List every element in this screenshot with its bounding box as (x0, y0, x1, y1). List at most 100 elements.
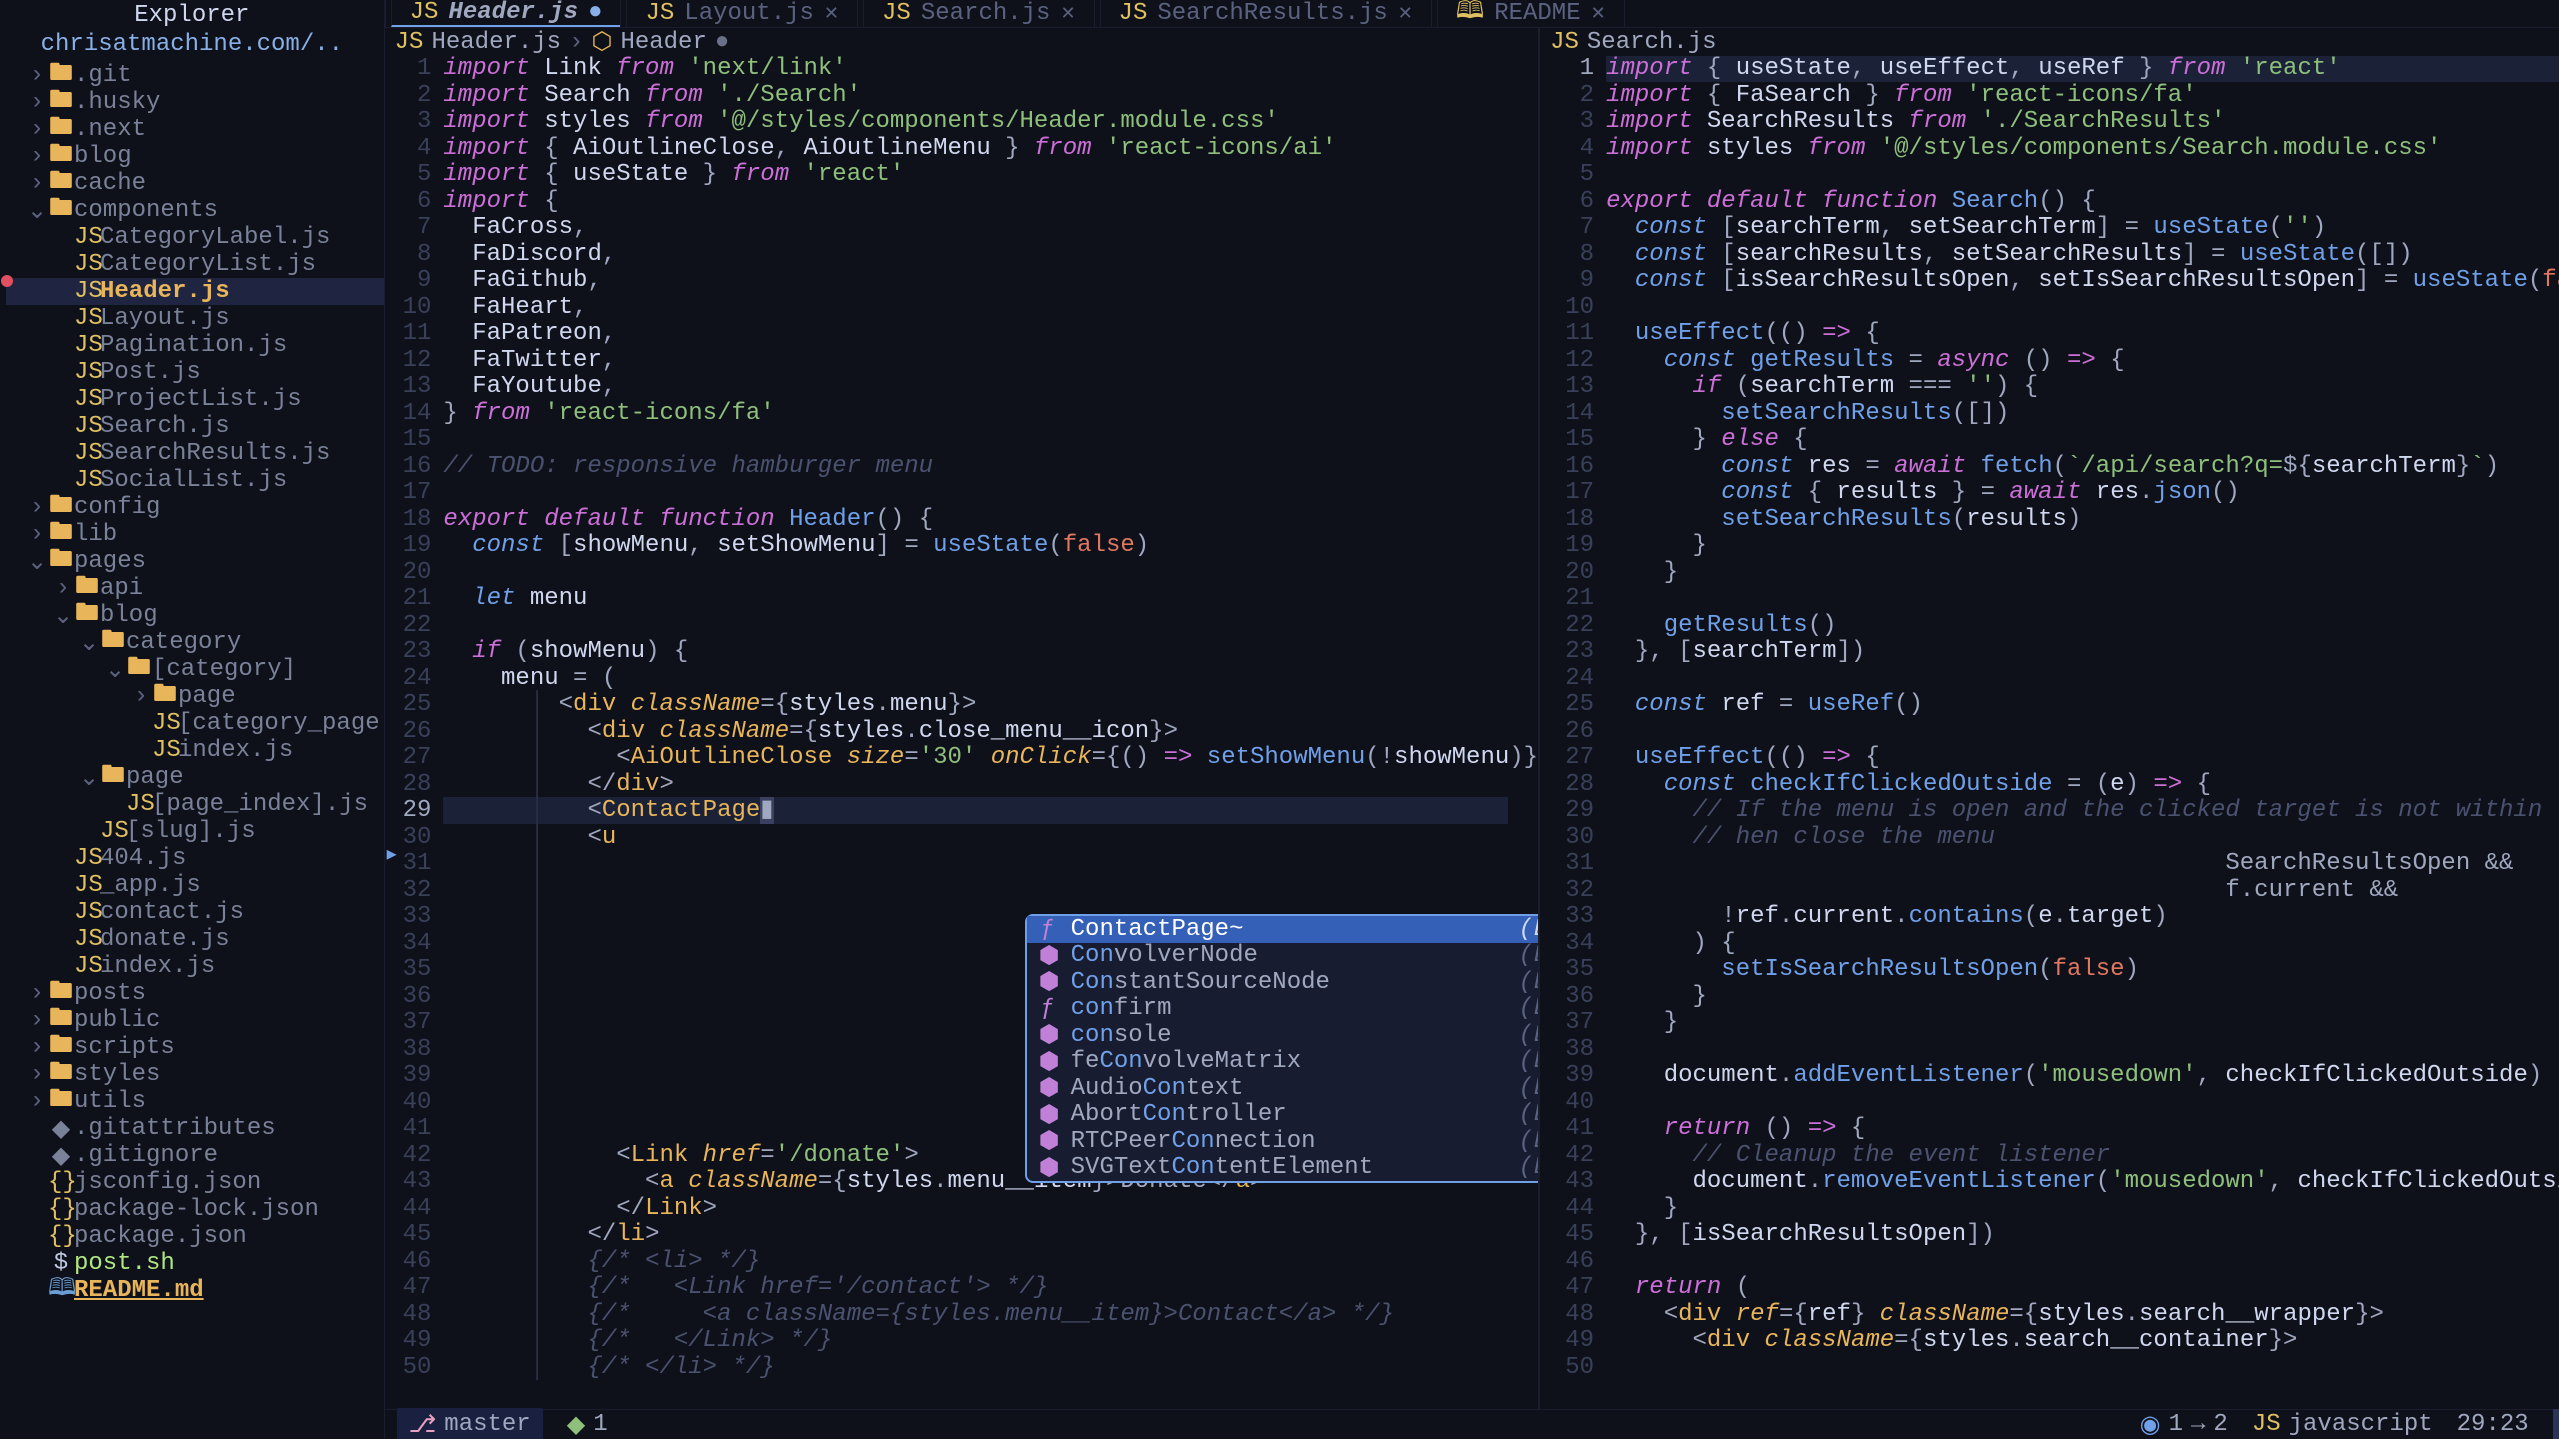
tree-label: [category_page (178, 710, 380, 737)
tree-label: components (74, 197, 218, 224)
tab-Layout-js[interactable]: JSLayout.js✕ (626, 0, 857, 27)
project-path[interactable]: chrisatmachine.com/.. (0, 31, 384, 62)
tab-label: Header.js (448, 0, 578, 26)
completion-label: AudioContext (1071, 1075, 1244, 1102)
code-content[interactable]: import Link from 'next/link' import Sear… (443, 56, 1538, 1409)
completion-item[interactable]: ⬢ ConvolverNode (LSP) (1027, 943, 1538, 970)
tree-item-donate-js[interactable]: JSdonate.js (6, 926, 384, 953)
tree-item-SearchResults-js[interactable]: JSSearchResults.js (6, 440, 384, 467)
tree-label: .git (74, 62, 132, 89)
branch-icon: ⎇ (409, 1410, 437, 1439)
file-tree[interactable]: ›🖿.git›🖿.husky›🖿.next›🖿blog›🖿cache⌄🖿comp… (0, 62, 384, 1439)
tree-item-_app-js[interactable]: JS_app.js (6, 872, 384, 899)
tab-bar[interactable]: JSHeader.js●JSLayout.js✕JSSearch.js✕JSSe… (385, 0, 2559, 28)
tree-item-blog[interactable]: ⌄🖿blog (6, 602, 384, 629)
breadcrumb-left[interactable]: JS Header.js › ⬡ Header ● (385, 28, 1538, 56)
completion-item[interactable]: ⬢console(LSP) (1027, 1022, 1538, 1049)
completion-item[interactable]: ⬢feConvolveMatrix(LSP) (1027, 1049, 1538, 1076)
breadcrumb-right[interactable]: JS Search.js (1540, 28, 2559, 56)
tree-item-jsconfig-json[interactable]: {}jsconfig.json (6, 1169, 384, 1196)
dirty-dot-icon: ● (715, 29, 729, 56)
completion-source: (LSP) (1519, 942, 1538, 969)
tab-Search-js[interactable]: JSSearch.js✕ (863, 0, 1094, 27)
tree-item--gitignore[interactable]: ◆.gitignore (6, 1142, 384, 1169)
close-icon[interactable]: ✕ (1398, 3, 1413, 25)
completion-item[interactable]: ⬢SVGTextContentElement(LSP) (1027, 1155, 1538, 1182)
function-icon: ⬡ (591, 28, 612, 57)
completion-item[interactable]: ƒContactPage~(LSP) (1027, 916, 1538, 943)
tree-label: Header.js (100, 278, 230, 305)
completion-source: (LSP) (1519, 1048, 1538, 1075)
tree-item-page[interactable]: ›🖿page (6, 683, 384, 710)
js-icon: JS (152, 737, 178, 764)
line-gutter: 1234567891011121314151617181920212223242… (385, 56, 444, 1409)
close-icon[interactable]: ✕ (1591, 3, 1606, 25)
tree-item-api[interactable]: ›🖿api (6, 575, 384, 602)
completion-source: (LSP) (1519, 1128, 1538, 1155)
tab-label: Search.js (921, 0, 1051, 27)
js-icon: JS (152, 710, 178, 737)
completion-kind-icon: ƒ (1039, 916, 1057, 943)
completion-label: ConvolverNode (1071, 942, 1258, 969)
tree-item-Search-js[interactable]: JSSearch.js (6, 413, 384, 440)
close-icon[interactable]: ✕ (824, 3, 839, 25)
completion-popup[interactable]: ƒContactPage~(LSP)⬢ConvolverNode(LSP)⬢Co… (1025, 914, 1538, 1183)
lsp-status-segment[interactable]: ◉ 1 → 2 (2140, 1410, 2228, 1439)
completion-source: (LSP) (1519, 1101, 1538, 1128)
language-segment[interactable]: JS javascript (2252, 1411, 2433, 1438)
tree-item-Pagination-js[interactable]: JSPagination.js (6, 332, 384, 359)
tree-label: donate.js (100, 926, 230, 953)
completion-kind-icon: ⬢ (1039, 941, 1057, 971)
completion-item[interactable]: ⬢AbortController(LSP) (1027, 1102, 1538, 1129)
tree-item--category-[interactable]: ⌄🖿[category] (6, 656, 384, 683)
completion-label: feConvolveMatrix (1071, 1048, 1301, 1075)
tree-label: api (100, 575, 143, 602)
tree-item-package-json[interactable]: {}package.json (6, 1223, 384, 1250)
tree-item-pages[interactable]: ⌄🖿pages (6, 548, 384, 575)
tree-item-README-md[interactable]: 🕮README.md (6, 1277, 384, 1304)
dirty-dot-icon: ● (588, 0, 602, 26)
tree-item-404-js[interactable]: JS404.js (6, 845, 384, 872)
chevron-icon: ⌄ (78, 628, 100, 658)
tree-item-index-js[interactable]: JSindex.js (6, 737, 384, 764)
tab-README[interactable]: 🕮README✕ (1437, 0, 1624, 27)
tree-item--category_page[interactable]: JS[category_page (6, 710, 384, 737)
completion-item[interactable]: ƒconfirm(LSP) (1027, 996, 1538, 1023)
tree-item-components[interactable]: ⌄🖿components (6, 197, 384, 224)
tab-SearchResults-js[interactable]: JSSearchResults.js✕ (1100, 0, 1431, 27)
tree-label: Post.js (100, 359, 201, 386)
js-icon: JS (2252, 1411, 2281, 1438)
js-icon: JS (74, 386, 100, 413)
tree-item-Layout-js[interactable]: JSLayout.js (6, 305, 384, 332)
scroll-position[interactable]: Top/184 (2553, 1409, 2559, 1439)
tab-Header-js[interactable]: JSHeader.js● (391, 0, 621, 27)
tree-item-utils[interactable]: ›🖿utils (6, 1088, 384, 1115)
completion-item[interactable]: ⬢ConstantSourceNode(LSP) (1027, 969, 1538, 996)
tree-item--page_index--js[interactable]: JS[page_index].js (6, 791, 384, 818)
cursor-position[interactable]: 29:23 (2457, 1411, 2529, 1438)
tree-item-Post-js[interactable]: JSPost.js (6, 359, 384, 386)
tree-item-Header-js[interactable]: JSHeader.js (6, 278, 384, 305)
error-gutter-marker (1, 275, 13, 287)
diagnostics-segment[interactable]: ◆ 1 (567, 1410, 608, 1439)
js-icon: JS (74, 305, 100, 332)
tree-item-CategoryList-js[interactable]: JSCategoryList.js (6, 251, 384, 278)
tree-item--slug--js[interactable]: JS[slug].js (6, 818, 384, 845)
js-icon: JS (74, 467, 100, 494)
tree-item-page[interactable]: ⌄🖿page (6, 764, 384, 791)
tree-item-category[interactable]: ⌄🖿category (6, 629, 384, 656)
tree-item-ProjectList-js[interactable]: JSProjectList.js (6, 386, 384, 413)
completion-item[interactable]: ⬢AudioContext(LSP) (1027, 1075, 1538, 1102)
code-content[interactable]: import { useState, useEffect, useRef } f… (1606, 56, 2559, 1409)
right-editor-pane[interactable]: JS Search.js 123456789101112131415161718… (1540, 28, 2559, 1409)
git-branch-segment[interactable]: ⎇ master (397, 1408, 543, 1439)
completion-item[interactable]: ⬢RTCPeerConnection(LSP) (1027, 1128, 1538, 1155)
tree-item-contact-js[interactable]: JScontact.js (6, 899, 384, 926)
tree-label: config (74, 494, 160, 521)
tree-label: index.js (178, 737, 293, 764)
left-editor-pane[interactable]: ▸ JS Header.js › ⬡ Header ● 123456789101… (385, 28, 1540, 1409)
js-icon: JS (100, 818, 126, 845)
close-icon[interactable]: ✕ (1060, 3, 1075, 25)
tree-item-package-lock-json[interactable]: {}package-lock.json (6, 1196, 384, 1223)
tree-item--gitattributes[interactable]: ◆.gitattributes (6, 1115, 384, 1142)
